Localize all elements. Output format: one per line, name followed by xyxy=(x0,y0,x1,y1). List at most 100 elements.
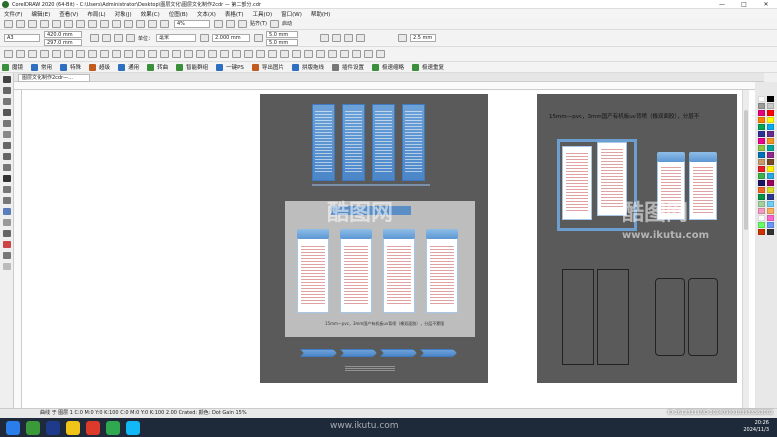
display-panel-1[interactable] xyxy=(297,229,329,313)
page-left[interactable]: 15mm—pvc，3mm国产有机板uv背喷（橡双面胶），分层不蒙版 xyxy=(260,94,488,383)
size-icon[interactable] xyxy=(328,50,337,58)
align-right-icon[interactable] xyxy=(28,50,37,58)
trim-icon[interactable] xyxy=(148,50,157,58)
lock-icon[interactable] xyxy=(268,50,277,58)
arrow-tab-1[interactable] xyxy=(300,349,337,357)
back-one-icon[interactable] xyxy=(256,50,265,58)
arrow-tab-2[interactable] xyxy=(340,349,377,357)
system-clock[interactable]: 20:26 2024/11/3 xyxy=(743,420,769,434)
vertical-scrollbar[interactable] xyxy=(742,90,749,408)
plugin-settings[interactable]: 插件设置 xyxy=(331,63,364,71)
color-swatch[interactable] xyxy=(767,96,774,102)
menu-effects[interactable]: 效果(C) xyxy=(141,10,160,18)
distribute-icon[interactable] xyxy=(76,50,85,58)
duplicate-x-field[interactable]: 5.0 mm xyxy=(266,30,299,38)
color-swatch[interactable] xyxy=(758,229,765,235)
export-icon[interactable] xyxy=(136,19,145,28)
color-swatch[interactable] xyxy=(758,173,765,179)
landscape-icon[interactable] xyxy=(102,34,111,42)
search-icon[interactable] xyxy=(112,19,121,28)
color-swatch[interactable] xyxy=(758,145,765,151)
plugin-imposition-lines[interactable]: 拼版拖线 xyxy=(291,63,324,71)
current-page-icon[interactable] xyxy=(126,34,135,42)
rotate-icon[interactable] xyxy=(316,50,325,58)
add-tool-icon[interactable] xyxy=(3,263,11,270)
color-swatch[interactable] xyxy=(758,222,765,228)
connector-tool-icon[interactable] xyxy=(3,197,11,204)
align-bottom-icon[interactable] xyxy=(64,50,73,58)
page-height-field[interactable]: 297.0 mm xyxy=(44,38,82,46)
transparency-tool-icon[interactable] xyxy=(3,219,11,226)
plugin-one-click-ps[interactable]: 一键PS xyxy=(216,63,244,71)
plugin-export-image[interactable]: 导出图片 xyxy=(251,63,284,71)
color-swatch[interactable] xyxy=(758,180,765,186)
color-swatch[interactable] xyxy=(767,180,774,186)
menu-bitmaps[interactable]: 位图(B) xyxy=(169,10,188,18)
menu-text[interactable]: 文本(X) xyxy=(197,10,216,18)
color-swatch[interactable] xyxy=(758,194,765,200)
text-fit-icon[interactable] xyxy=(340,50,349,58)
color-swatch[interactable] xyxy=(767,229,774,235)
group-icon[interactable] xyxy=(88,50,97,58)
page-width-field[interactable]: 420.0 mm xyxy=(44,30,82,38)
maximize-button[interactable]: □ xyxy=(733,0,755,9)
arrow-tab-3[interactable] xyxy=(380,349,417,357)
draw-fill-icon[interactable] xyxy=(332,34,342,42)
import-icon[interactable] xyxy=(124,19,133,28)
menu-window[interactable]: 窗口(W) xyxy=(281,10,302,18)
outline-left-1[interactable] xyxy=(562,269,594,365)
units-select[interactable]: 毫米 xyxy=(156,34,197,42)
polygon-tool-icon[interactable] xyxy=(3,164,11,171)
parallel-dimension-tool-icon[interactable] xyxy=(3,186,11,193)
display-panel-3[interactable] xyxy=(383,229,415,313)
browser-taskbar-icon[interactable] xyxy=(86,420,100,435)
to-back-icon[interactable] xyxy=(232,50,241,58)
plugin-smart-group[interactable]: 智能群组 xyxy=(176,63,208,71)
align-top-icon[interactable] xyxy=(40,50,49,58)
plugin-common[interactable]: 常用 xyxy=(31,63,52,71)
mirror-v-icon[interactable] xyxy=(304,50,313,58)
color-swatch[interactable] xyxy=(767,145,774,151)
flat-panel-2[interactable] xyxy=(689,152,717,220)
portrait-icon[interactable] xyxy=(90,34,99,42)
grid-icon[interactable] xyxy=(238,19,247,28)
zoom-level-field[interactable]: 4% xyxy=(174,19,210,28)
break-apart-icon[interactable] xyxy=(124,50,133,58)
align-center-icon[interactable] xyxy=(16,50,25,58)
gear-icon[interactable] xyxy=(269,19,279,28)
align-left-icon[interactable] xyxy=(4,50,13,58)
color-swatch[interactable] xyxy=(758,159,765,165)
intersect-icon[interactable] xyxy=(160,50,169,58)
close-button[interactable]: ✕ xyxy=(755,0,777,9)
color-swatch[interactable] xyxy=(767,222,774,228)
color-swatch[interactable] xyxy=(767,124,774,130)
nudge-distance-field[interactable]: 2.000 mm xyxy=(212,34,251,42)
copy-icon[interactable] xyxy=(64,19,73,28)
bleed-icon[interactable] xyxy=(344,34,354,42)
drop-shadow-tool-icon[interactable] xyxy=(3,208,11,215)
color-swatch[interactable] xyxy=(767,103,774,109)
scroll-thumb[interactable] xyxy=(744,110,748,230)
launch-dropdown[interactable]: 启动 xyxy=(282,20,292,27)
zoom-tool-icon[interactable] xyxy=(3,109,11,116)
start-icon[interactable] xyxy=(6,420,20,435)
simplify-icon[interactable] xyxy=(172,50,181,58)
text-tool-icon[interactable] xyxy=(3,175,11,182)
freehand-tool-icon[interactable] xyxy=(3,120,11,127)
wechat-taskbar-icon[interactable] xyxy=(106,420,120,435)
outline-right-2[interactable] xyxy=(688,278,718,356)
arrow-tab-4[interactable] xyxy=(420,349,457,357)
rectangle-tool-icon[interactable] xyxy=(3,142,11,149)
color-swatch[interactable] xyxy=(758,124,765,130)
color-swatch[interactable] xyxy=(758,138,765,144)
color-swatch[interactable] xyxy=(758,131,765,137)
boundary-icon[interactable] xyxy=(208,50,217,58)
folder-taskbar-icon[interactable] xyxy=(66,420,80,435)
back-minus-front-icon[interactable] xyxy=(196,50,205,58)
treat-as-filled-icon[interactable] xyxy=(320,34,330,42)
menu-file[interactable]: 文件(F) xyxy=(4,10,22,18)
menu-tools[interactable]: 工具(O) xyxy=(253,10,273,18)
banner-4[interactable] xyxy=(402,104,425,181)
menu-table[interactable]: 表格(T) xyxy=(225,10,244,18)
paste-icon[interactable] xyxy=(76,19,85,28)
